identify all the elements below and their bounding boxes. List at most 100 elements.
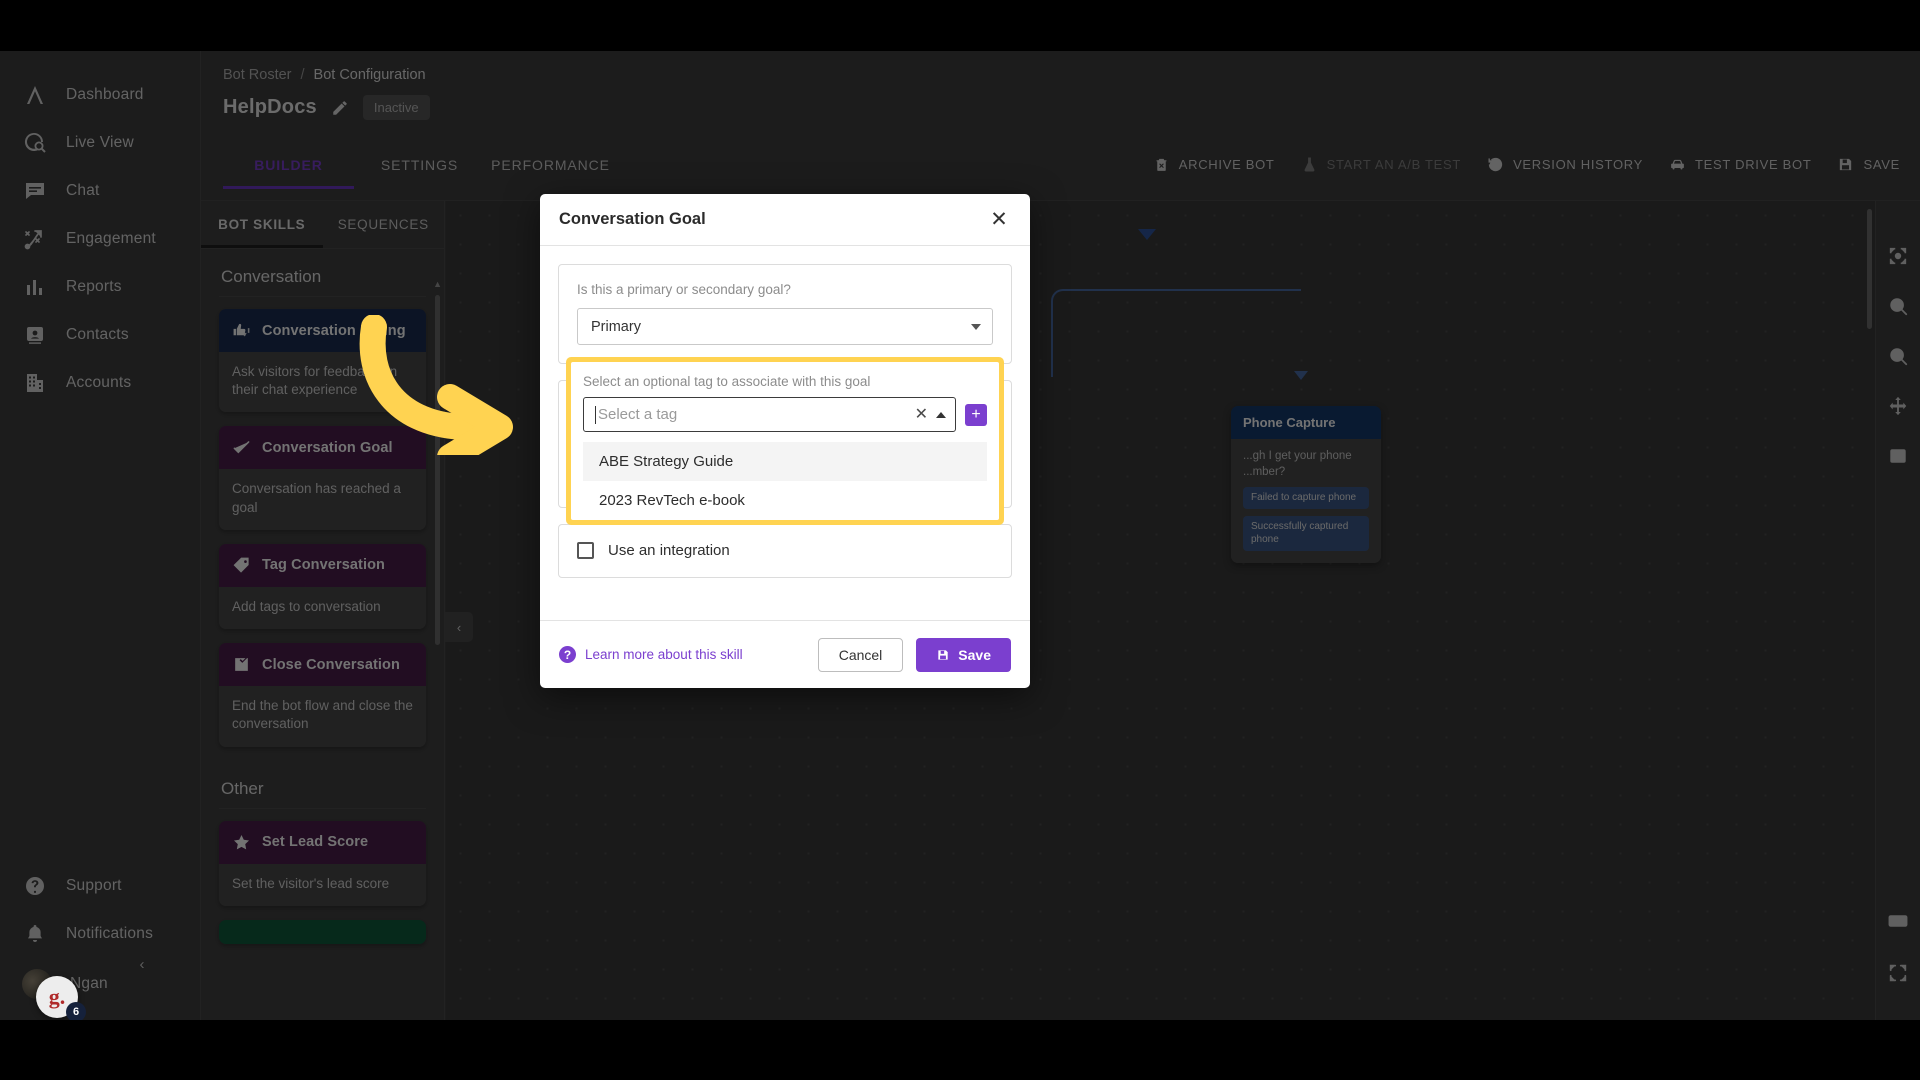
tag-select-input[interactable]: Select a tag ✕ (583, 397, 956, 432)
flow-node-phone-capture[interactable]: Phone Capture ...gh I get your phone ...… (1231, 406, 1381, 563)
skill-card-set-lead-score[interactable]: Set Lead Score Set the visitor's lead sc… (219, 820, 426, 906)
add-tag-button[interactable]: + (965, 403, 987, 426)
chevron-up-icon[interactable] (936, 411, 946, 418)
skill-card-conversation-goal[interactable]: Conversation Goal Conversation has reach… (219, 426, 426, 530)
modal-save-button[interactable]: Save (916, 637, 1011, 672)
tab-settings[interactable]: SETTINGS (354, 143, 485, 189)
tag-option[interactable]: 2023 RevTech e-book (583, 481, 987, 520)
learn-more-label: Learn more about this skill (585, 647, 743, 662)
skill-card-header: Tag Conversation (219, 543, 426, 587)
fit-screen-icon[interactable] (1885, 243, 1911, 269)
divider (219, 296, 426, 297)
sidebar-item-reports[interactable]: Reports (0, 263, 200, 311)
cancel-button[interactable]: Cancel (817, 637, 904, 672)
skill-card-tag-conversation[interactable]: Tag Conversation Add tags to conversatio… (219, 543, 426, 630)
tag-options-list: ABE Strategy Guide 2023 RevTech e-book (583, 442, 987, 520)
tab-builder[interactable]: BUILDER (223, 143, 354, 189)
breadcrumb-root[interactable]: Bot Roster (223, 67, 292, 83)
tag-field: Select an optional tag to associate with… (571, 362, 999, 520)
sidebar-item-engagement[interactable]: Engagement (0, 215, 200, 263)
tag-field-highlight: Select an optional tag to associate with… (566, 357, 1004, 525)
integration-checkbox[interactable] (577, 542, 594, 559)
tab-bot-skills[interactable]: BOT SKILLS (201, 201, 323, 248)
contacts-icon (22, 322, 48, 348)
car-icon (1671, 159, 1684, 170)
canvas-scrollbar[interactable] (1867, 209, 1872, 329)
sidebar-item-chat[interactable]: Chat (0, 167, 200, 215)
save-button[interactable]: SAVE (1837, 156, 1900, 173)
bot-skills-panel: BOT SKILLS SEQUENCES ▲ Conversation Conv… (200, 201, 445, 1020)
skill-card-close-conversation[interactable]: Close Conversation End the bot flow and … (219, 643, 426, 747)
chevron-down-icon (971, 323, 981, 330)
modal-title: Conversation Goal (559, 210, 706, 228)
skill-card-title: Close Conversation (262, 656, 400, 673)
flow-node-pill[interactable]: Successfully captured phone (1243, 515, 1369, 551)
sidebar-item-contacts[interactable]: Contacts (0, 311, 200, 359)
version-history-button[interactable]: VERSION HISTORY (1487, 156, 1643, 173)
learn-more-link[interactable]: ? Learn more about this skill (559, 646, 743, 663)
canvas-toolbar-bottom (1885, 908, 1911, 1020)
edit-pencil-icon[interactable] (331, 99, 349, 117)
check-box-icon (235, 658, 248, 671)
breadcrumb: Bot Roster / Bot Configuration (223, 67, 426, 83)
page-title: HelpDocs (223, 96, 317, 118)
skill-card-conversation-rating[interactable]: Conversation Rating Ask visitors for fee… (219, 309, 426, 413)
integration-checkbox-row[interactable]: Use an integration (577, 542, 993, 559)
skills-panel-tabs: BOT SKILLS SEQUENCES (201, 201, 444, 249)
text-cursor (595, 405, 596, 424)
app-root: Dashboard Live View Chat Engagement Repo… (0, 0, 1920, 1080)
skill-card-header (219, 919, 426, 944)
chat-icon (22, 178, 48, 204)
flow-node-pill[interactable]: Failed to capture phone (1243, 487, 1369, 509)
tab-performance[interactable]: PERFORMANCE (485, 143, 616, 189)
sidebar-item-notifications[interactable]: Notifications (0, 910, 200, 958)
sidebar-user[interactable]: Ngan (0, 958, 200, 1010)
bell-icon (22, 921, 48, 947)
help-circle-icon (22, 873, 48, 899)
sidebar-item-accounts[interactable]: Accounts (0, 359, 200, 407)
fullscreen-icon[interactable] (1885, 960, 1911, 986)
question-mark-icon: ? (559, 646, 576, 663)
star-icon (233, 834, 250, 849)
save-icon (938, 649, 948, 660)
skill-card-header: Set Lead Score (219, 820, 426, 864)
close-icon[interactable]: ✕ (987, 208, 1011, 232)
sidebar-item-dashboard[interactable]: Dashboard (0, 71, 200, 119)
frame-icon[interactable] (1885, 443, 1911, 469)
history-icon (1488, 157, 1503, 172)
panel-collapse-button[interactable]: ‹ (445, 612, 473, 642)
integration-field: Use an integration (558, 524, 1012, 578)
skills-list[interactable]: ▲ Conversation Conversation Rating Ask v… (201, 249, 444, 1020)
goal-type-label: Is this a primary or secondary goal? (577, 282, 791, 297)
skill-card-desc: Ask visitors for feedback on their chat … (219, 352, 426, 413)
move-icon[interactable] (1885, 393, 1911, 419)
chat-widget-letter: g. (48, 984, 66, 1009)
skill-card-partial[interactable] (219, 919, 426, 944)
test-drive-bot-button[interactable]: TEST DRIVE BOT (1669, 156, 1811, 173)
skill-group-title: Other (221, 778, 264, 798)
skill-card-header: Conversation Rating (219, 309, 426, 352)
check-flag-icon (233, 441, 250, 454)
skills-scrollbar[interactable] (435, 295, 440, 645)
start-ab-test-button[interactable]: START AN A/B TEST (1301, 156, 1461, 173)
integration-label: Use an integration (608, 542, 730, 559)
flow-connector-marker (1138, 229, 1156, 240)
keyboard-icon[interactable] (1885, 908, 1911, 934)
archive-bot-button[interactable]: ARCHIVE BOT (1153, 156, 1275, 173)
sidebar-item-label: Notifications (66, 925, 154, 942)
zoom-out-icon[interactable] (1885, 343, 1911, 369)
engagement-icon (22, 226, 48, 252)
tag-option[interactable]: ABE Strategy Guide (583, 442, 987, 481)
tab-sequences[interactable]: SEQUENCES (323, 201, 445, 248)
letterbox-top (0, 0, 1920, 51)
sidebar-item-label: Accounts (66, 374, 132, 391)
zoom-in-icon[interactable] (1885, 293, 1911, 319)
sidebar-item-support[interactable]: Support (0, 862, 200, 910)
sidebar-collapse-button[interactable]: ‹ (130, 952, 154, 976)
clear-icon[interactable]: ✕ (913, 406, 930, 423)
bot-title-row: HelpDocs Inactive (223, 95, 430, 120)
conversation-goal-modal: Conversation Goal ✕ Is this a primary or… (540, 194, 1030, 688)
sidebar-item-live-view[interactable]: Live View (0, 119, 200, 167)
goal-type-select[interactable]: Primary (577, 308, 993, 345)
chat-widget-button[interactable]: g. 6 (36, 976, 86, 1022)
